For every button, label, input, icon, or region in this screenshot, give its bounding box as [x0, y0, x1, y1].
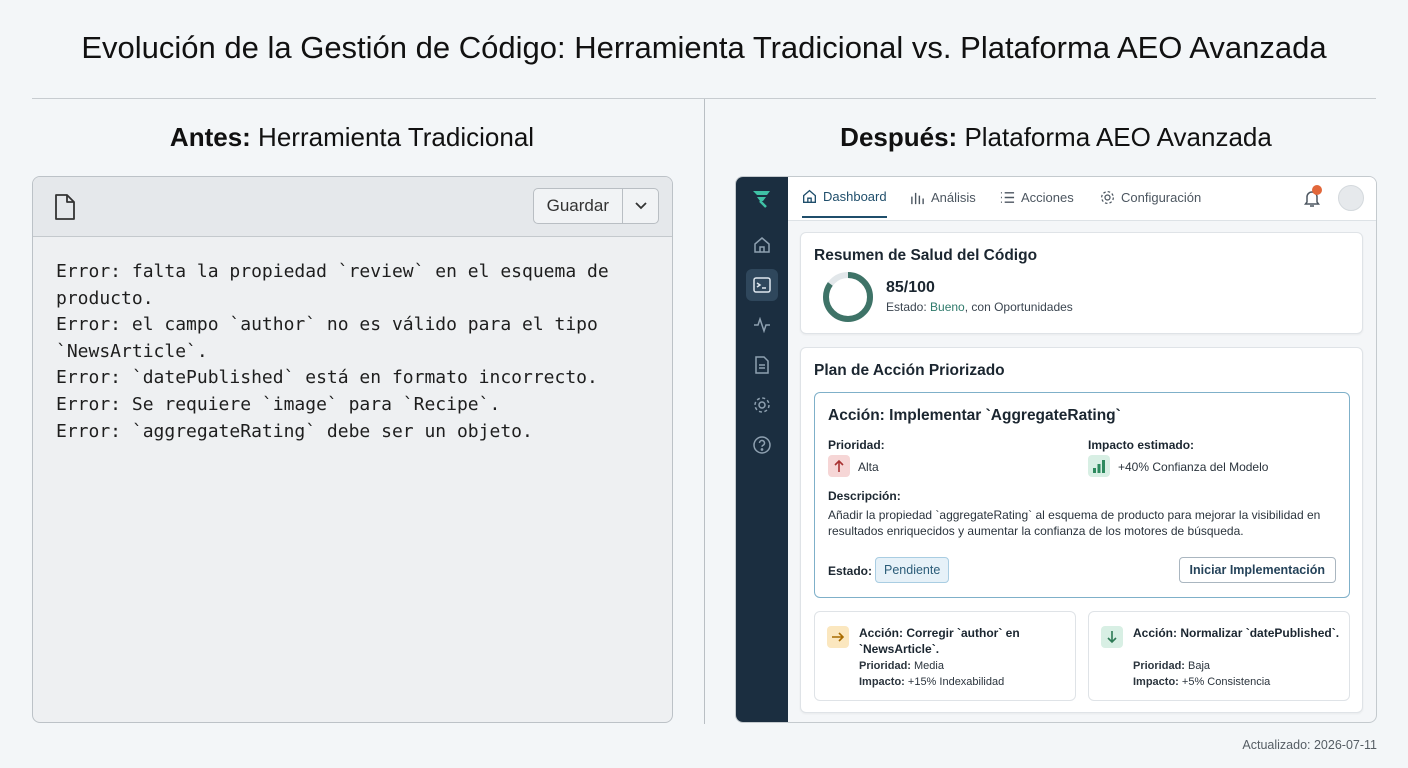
activity-icon	[754, 317, 770, 333]
top-navigation: Dashboard Análisis Acciones Configuració…	[788, 177, 1376, 221]
action-priority: Prioridad: Baja	[1133, 660, 1211, 672]
action-impact: Impacto: +5% Consistencia	[1133, 676, 1271, 688]
priority-label: Prioridad:	[828, 438, 885, 452]
priority-high-icon	[828, 455, 850, 477]
last-updated: Actualizado: 2026-07-11	[1242, 738, 1377, 752]
chevron-down-icon	[634, 202, 647, 210]
sidebar-item-console[interactable]	[746, 269, 778, 301]
save-dropdown-toggle[interactable]	[622, 189, 658, 223]
action-impact: Impacto: +15% Indexabilidad	[859, 676, 1005, 688]
tab-dashboard[interactable]: Dashboard	[802, 177, 887, 218]
help-icon	[753, 436, 771, 454]
tab-analysis[interactable]: Análisis	[910, 177, 976, 218]
error-line: Error: `aggregateRating` debe ser un obj…	[56, 420, 533, 442]
error-line: Error: el campo `author` no es válido pa…	[56, 314, 598, 362]
bar-chart-icon	[911, 192, 924, 205]
save-split-button: Guardar	[532, 188, 659, 224]
health-summary-card: Resumen de Salud del Código 85/100 Estad…	[800, 232, 1363, 334]
description-text: Añadir la propiedad `aggregateRating` al…	[828, 508, 1321, 538]
action-plan-card: Plan de Acción Priorizado Acción: Implem…	[800, 347, 1363, 713]
action-title: Acción: Corregir `author` en `NewsArticl…	[859, 626, 1020, 656]
health-status: Estado: Bueno, con Oportunidades	[886, 300, 1073, 314]
plan-title: Plan de Acción Priorizado	[814, 362, 1005, 379]
list-icon	[1000, 192, 1015, 203]
arrow-down-icon	[1101, 626, 1123, 648]
arrow-right-icon	[827, 626, 849, 648]
health-score: 85/100	[886, 279, 935, 296]
after-heading: Después: Plataforma AEO Avanzada	[840, 122, 1272, 152]
home-icon	[754, 237, 770, 253]
impact-value: +40% Confianza del Modelo	[1118, 460, 1269, 474]
save-button[interactable]: Guardar	[534, 189, 622, 223]
secondary-action-card[interactable]: Acción: Normalizar `datePublished`. Prio…	[1088, 611, 1350, 701]
file-icon[interactable]	[53, 193, 77, 221]
avatar[interactable]	[1338, 185, 1364, 211]
logo-icon	[753, 191, 770, 208]
sidebar-item-activity[interactable]	[746, 309, 778, 341]
tab-actions[interactable]: Acciones	[1000, 177, 1074, 218]
sidebar-item-settings[interactable]	[746, 389, 778, 421]
sidebar-item-home[interactable]	[746, 229, 778, 261]
health-title: Resumen de Salud del Código	[814, 247, 1038, 264]
error-log[interactable]: Error: falta la propiedad `review` en el…	[33, 237, 672, 467]
notification-dot	[1312, 185, 1322, 195]
bar-chart-icon	[1088, 455, 1110, 477]
gear-icon	[754, 397, 770, 413]
sidebar-item-help[interactable]	[746, 429, 778, 461]
terminal-icon	[753, 277, 771, 293]
start-implementation-button[interactable]: Iniciar Implementación	[1178, 557, 1336, 583]
primary-action-card[interactable]: Acción: Implementar `AggregateRating` Pr…	[814, 392, 1350, 598]
before-heading: Antes: Herramienta Tradicional	[169, 122, 535, 152]
secondary-action-card[interactable]: Acción: Corregir `author` en `NewsArticl…	[814, 611, 1076, 701]
editor-toolbar: Guardar	[33, 177, 672, 237]
description-label: Descripción:	[828, 489, 901, 503]
sidebar	[736, 177, 788, 722]
traditional-editor: Guardar Error: falta la propiedad `revie…	[32, 176, 673, 723]
document-icon	[755, 356, 769, 374]
status-badge: Pendiente	[875, 557, 950, 583]
status-label: Estado:	[828, 564, 873, 578]
error-line: Error: Se requiere `image` para `Recipe`…	[56, 393, 501, 415]
health-score-ring	[823, 272, 873, 322]
sidebar-item-documents[interactable]	[746, 349, 778, 381]
action-title: Acción: Implementar `AggregateRating`	[828, 407, 1121, 424]
error-line: Error: `datePublished` está en formato i…	[56, 367, 598, 389]
tab-settings[interactable]: Configuración	[1100, 177, 1201, 218]
aeo-platform-app: Dashboard Análisis Acciones Configuració…	[735, 176, 1377, 723]
action-priority: Prioridad: Media	[859, 660, 944, 672]
column-divider	[704, 99, 705, 724]
error-line: Error: falta la propiedad `review` en el…	[56, 261, 609, 309]
gear-icon	[1101, 191, 1114, 204]
impact-label: Impacto estimado:	[1088, 438, 1195, 452]
home-icon	[803, 189, 816, 203]
action-title: Acción: Normalizar `datePublished`.	[1133, 626, 1340, 640]
priority-value: Alta	[858, 460, 879, 474]
page-title: Evolución de la Gestión de Código: Herra…	[81, 30, 1327, 65]
